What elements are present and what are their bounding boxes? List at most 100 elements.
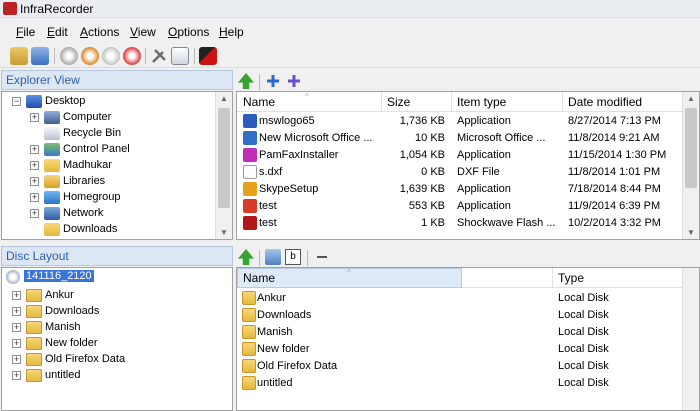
app-icon bbox=[3, 2, 17, 15]
file-row[interactable]: SkypeSetup 1,639 KB Application 7/18/2014 8… bbox=[237, 181, 682, 198]
disc-item-name: Manish bbox=[257, 326, 293, 338]
disc-tree: 141116_2120 + Ankur + Downloads + Manish + New … bbox=[1, 267, 233, 411]
disc-item-row[interactable]: untitled Local Disk bbox=[237, 375, 682, 392]
collapse-icon[interactable]: − bbox=[12, 97, 21, 106]
expand-icon[interactable]: + bbox=[30, 193, 39, 202]
column-size[interactable]: Size bbox=[387, 95, 410, 109]
tree-item-label: Madhukar bbox=[63, 159, 112, 171]
disc-tree-item-untitled[interactable]: + untitled bbox=[2, 368, 227, 384]
burn-compilation-icon[interactable] bbox=[81, 47, 99, 65]
add-icon[interactable] bbox=[265, 73, 281, 89]
disc-tree-item-downloads[interactable]: + Downloads bbox=[2, 304, 227, 320]
expand-icon[interactable]: + bbox=[12, 307, 21, 316]
disc-item-type: Local Disk bbox=[558, 309, 609, 321]
file-row[interactable]: PamFaxInstaller 1,054 KB Application 11/15/… bbox=[237, 147, 682, 164]
file-row[interactable]: New Microsoft Office ... 10 KB Microsoft O… bbox=[237, 130, 682, 147]
scroll-down-icon[interactable]: ▼ bbox=[219, 228, 229, 238]
copy-disc-icon[interactable] bbox=[102, 47, 120, 65]
new-folder-icon[interactable] bbox=[265, 249, 281, 265]
expand-icon[interactable]: + bbox=[12, 355, 21, 364]
column-type[interactable]: Type bbox=[558, 271, 584, 285]
rename-icon[interactable]: b bbox=[285, 249, 301, 265]
expand-icon[interactable]: + bbox=[12, 291, 21, 300]
add-all-icon[interactable] bbox=[286, 73, 302, 89]
column-date-modified[interactable]: Date modified bbox=[568, 95, 642, 109]
expand-icon[interactable]: + bbox=[30, 113, 39, 122]
remove-icon[interactable] bbox=[314, 249, 330, 265]
expand-icon[interactable]: + bbox=[30, 145, 39, 154]
folder-icon bbox=[242, 325, 256, 339]
up-folder-icon[interactable] bbox=[238, 73, 254, 89]
file-size: 1,736 KB bbox=[399, 115, 445, 127]
folder-icon bbox=[26, 321, 42, 334]
file-row[interactable]: mswlogo65 1,736 KB Application 8/27/2014 7:… bbox=[237, 113, 682, 130]
menu-help[interactable]: Help bbox=[219, 25, 244, 39]
disc-tree-item-new-folder[interactable]: + New folder bbox=[2, 336, 227, 352]
disc-tree-item-ankur[interactable]: + Ankur bbox=[2, 288, 227, 304]
file-row[interactable]: test 553 KB Application 11/9/2014 6:39 PM bbox=[237, 198, 682, 215]
file-list-scrollbar[interactable]: ▲ ▼ bbox=[682, 92, 699, 239]
expand-icon[interactable]: + bbox=[30, 209, 39, 218]
tree-item-label: Ankur bbox=[45, 289, 74, 301]
disc-item-row[interactable]: Ankur Local Disk bbox=[237, 290, 682, 307]
explorer-view-header: Explorer View bbox=[1, 70, 233, 90]
sort-ascending-icon: ^ bbox=[305, 92, 309, 101]
explorer-tree-item-recycle-bin[interactable]: Recycle Bin bbox=[2, 126, 212, 142]
disc-item-type: Local Disk bbox=[558, 360, 609, 372]
disc-label[interactable]: 141116_2120 bbox=[24, 270, 94, 282]
menu-actions[interactable]: Actions bbox=[80, 25, 119, 39]
expand-icon[interactable]: + bbox=[12, 323, 21, 332]
column-item-type[interactable]: Item type bbox=[457, 95, 506, 109]
menu-view[interactable]: View bbox=[130, 25, 156, 39]
disc-tree-item-manish[interactable]: + Manish bbox=[2, 320, 227, 336]
explorer-tree-item-network[interactable]: + Network bbox=[2, 206, 212, 222]
file-name: SkypeSetup bbox=[259, 183, 319, 195]
disc-tree-item-old-firefox-data[interactable]: + Old Firefox Data bbox=[2, 352, 227, 368]
disc-item-row[interactable]: Manish Local Disk bbox=[237, 324, 682, 341]
tools-icon[interactable] bbox=[150, 47, 168, 65]
disc-item-type: Local Disk bbox=[558, 292, 609, 304]
app-logo-icon[interactable] bbox=[199, 47, 217, 65]
disc-item-row[interactable]: Downloads Local Disk bbox=[237, 307, 682, 324]
file-row[interactable]: s.dxf 0 KB DXF File 11/8/2014 1:01 PM bbox=[237, 164, 682, 181]
explorer-tree-item-computer[interactable]: + Computer bbox=[2, 110, 212, 126]
file-type: Application bbox=[457, 149, 511, 161]
column-name[interactable]: Name bbox=[243, 95, 275, 109]
menu-options[interactable]: Options bbox=[168, 25, 209, 39]
menu-file[interactable]: File bbox=[16, 25, 35, 39]
expand-icon[interactable]: + bbox=[30, 177, 39, 186]
explorer-tree-item-control-panel[interactable]: + Control Panel bbox=[2, 142, 212, 158]
expand-icon[interactable]: + bbox=[30, 161, 39, 170]
menu-edit[interactable]: Edit bbox=[47, 25, 68, 39]
save-project-icon[interactable] bbox=[31, 47, 49, 65]
user-folder-icon bbox=[44, 159, 60, 172]
disc-item-row[interactable]: Old Firefox Data Local Disk bbox=[237, 358, 682, 375]
disc-list-header: Name Name Type bbox=[237, 268, 682, 288]
expand-icon[interactable]: + bbox=[12, 371, 21, 380]
burn-image-icon[interactable] bbox=[60, 47, 78, 65]
disc-root-node[interactable]: 141116_2120 bbox=[6, 270, 226, 286]
file-row[interactable]: test 1 KB Shockwave Flash ... 10/2/2014 3:3… bbox=[237, 215, 682, 232]
explorer-tree-item-downloads[interactable]: Downloads bbox=[2, 222, 212, 238]
explorer-tree-item-homegroup[interactable]: + Homegroup bbox=[2, 190, 212, 206]
explorer-tree-scrollbar[interactable]: ▲ ▼ bbox=[215, 92, 232, 239]
expand-icon[interactable]: + bbox=[12, 339, 21, 348]
explorer-tree-item-madhukar[interactable]: + Madhukar bbox=[2, 158, 212, 174]
disc-list-scrollbar[interactable] bbox=[682, 268, 699, 410]
disc-item-row[interactable]: New folder Local Disk bbox=[237, 341, 682, 358]
erase-disc-icon[interactable] bbox=[123, 47, 141, 65]
open-project-icon[interactable] bbox=[10, 47, 28, 65]
device-icon[interactable] bbox=[171, 47, 189, 65]
disc-up-folder-icon[interactable] bbox=[238, 249, 254, 265]
toolbar-separator bbox=[259, 74, 260, 90]
column-name-sorted[interactable]: Name bbox=[243, 271, 275, 285]
scrollbar-thumb[interactable] bbox=[685, 108, 697, 188]
disc-item-name: Ankur bbox=[257, 292, 286, 304]
file-date: 11/9/2014 6:39 PM bbox=[568, 200, 661, 212]
scroll-up-icon[interactable]: ▲ bbox=[219, 94, 229, 104]
scroll-down-icon[interactable]: ▼ bbox=[686, 228, 696, 238]
explorer-tree-item-desktop[interactable]: − Desktop bbox=[2, 94, 212, 110]
scroll-up-icon[interactable]: ▲ bbox=[686, 94, 696, 104]
explorer-tree-item-libraries[interactable]: + Libraries bbox=[2, 174, 212, 190]
scrollbar-thumb[interactable] bbox=[218, 108, 230, 208]
